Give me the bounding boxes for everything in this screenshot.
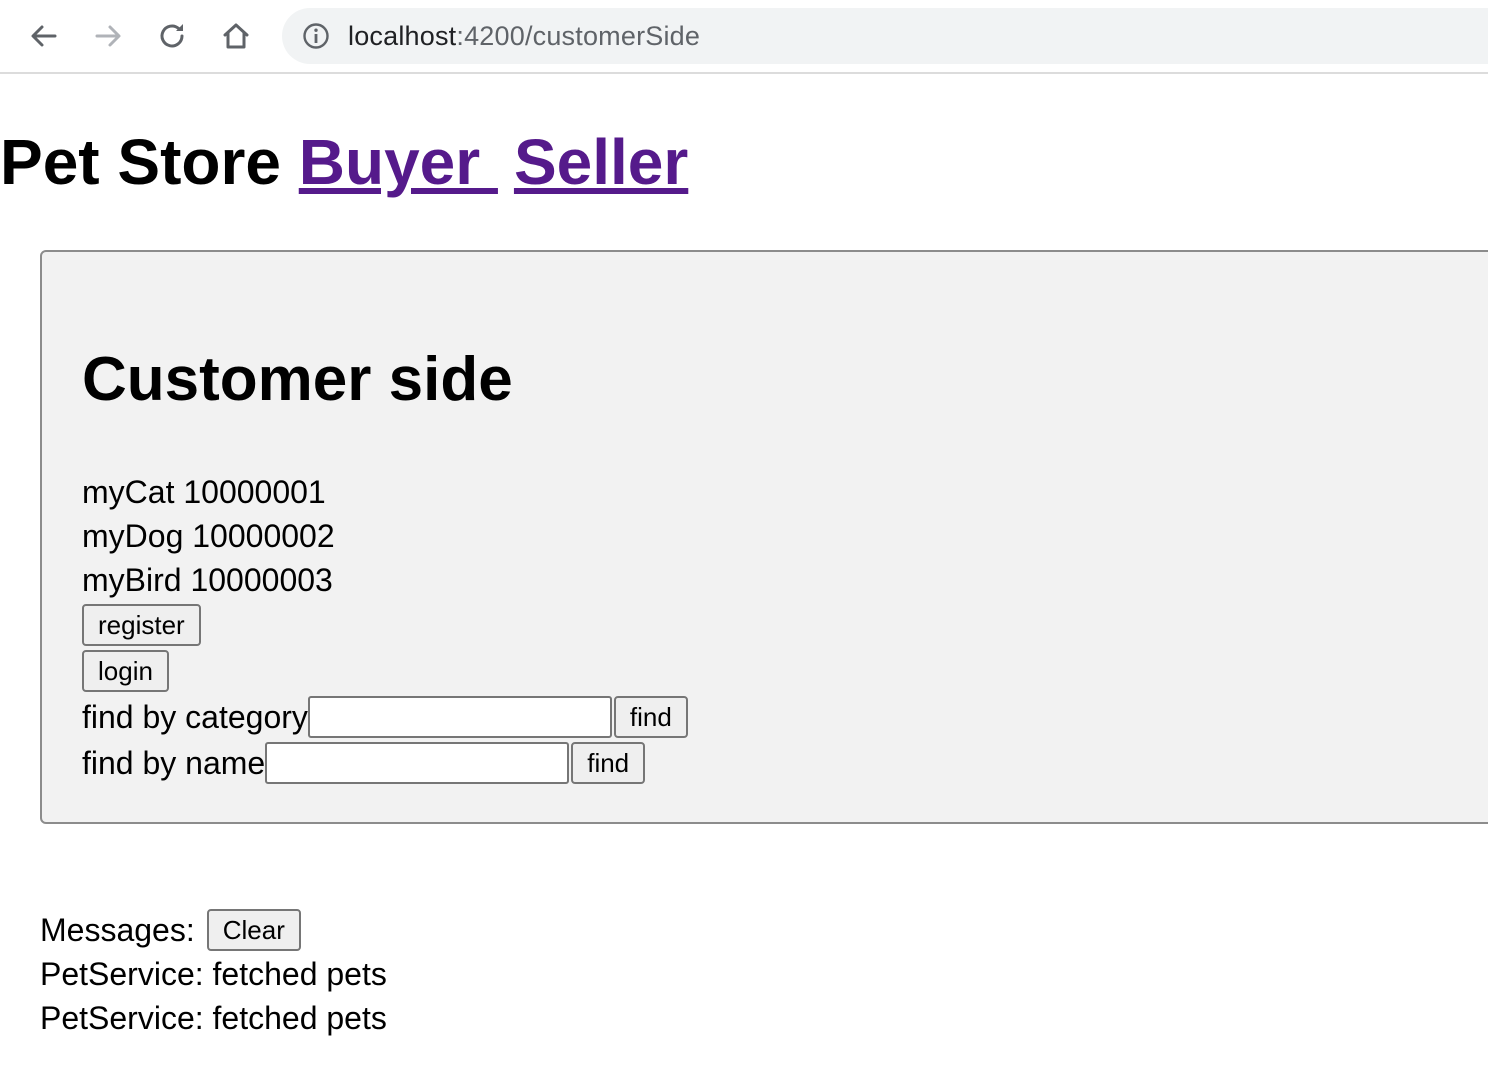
register-button[interactable]: register bbox=[82, 604, 201, 646]
app-title: Pet Store bbox=[0, 126, 281, 198]
reload-icon bbox=[160, 24, 184, 48]
seller-link[interactable]: Seller bbox=[514, 126, 688, 198]
find-by-name-row: find by name find bbox=[82, 742, 646, 784]
clear-button[interactable]: Clear bbox=[206, 909, 301, 951]
home-button[interactable] bbox=[216, 16, 256, 56]
page-title: Pet Store Buyer Seller bbox=[0, 122, 688, 202]
find-by-category-label: find by category bbox=[82, 698, 308, 735]
arrow-right-icon bbox=[95, 25, 121, 47]
url-text: localhost:4200/customerSide bbox=[348, 22, 700, 50]
list-item: myBird 10000003 bbox=[82, 558, 335, 602]
customer-panel: Customer side myCat 10000001 myDog 10000… bbox=[40, 250, 1488, 824]
login-button[interactable]: login bbox=[82, 650, 169, 692]
find-category-button[interactable]: find bbox=[613, 696, 688, 738]
pet-id: 10000001 bbox=[183, 474, 326, 510]
url-host: localhost bbox=[348, 21, 457, 51]
pet-name: myDog bbox=[82, 518, 184, 554]
message-item: PetService: fetched pets bbox=[40, 1000, 387, 1036]
find-by-category-row: find by category find bbox=[82, 696, 688, 738]
customer-heading: Customer side bbox=[82, 345, 513, 414]
list-item: myDog 10000002 bbox=[82, 514, 335, 558]
find-by-name-label: find by name bbox=[82, 744, 266, 781]
message-item: PetService: fetched pets bbox=[40, 956, 387, 992]
category-input[interactable] bbox=[307, 696, 612, 738]
pet-name: myCat bbox=[82, 474, 175, 510]
url-path: :4200/customerSide bbox=[456, 21, 701, 51]
pet-id: 10000003 bbox=[190, 562, 333, 598]
back-button[interactable] bbox=[24, 16, 64, 56]
pet-list: myCat 10000001 myDog 10000002 myBird 100… bbox=[82, 470, 335, 602]
messages-section: Messages: Clear PetService: fetched pets… bbox=[40, 908, 387, 1040]
name-input[interactable] bbox=[265, 742, 570, 784]
home-icon bbox=[223, 23, 249, 49]
reload-button[interactable] bbox=[152, 16, 192, 56]
messages-header: Messages: Clear bbox=[40, 908, 387, 952]
pet-id: 10000002 bbox=[192, 518, 335, 554]
messages-label: Messages: bbox=[40, 911, 195, 948]
arrow-left-icon bbox=[31, 25, 57, 47]
address-bar[interactable]: localhost:4200/customerSide bbox=[282, 8, 1488, 64]
list-item: myCat 10000001 bbox=[82, 470, 335, 514]
browser-toolbar: localhost:4200/customerSide bbox=[0, 0, 1488, 74]
info-icon[interactable] bbox=[302, 22, 330, 50]
find-name-button[interactable]: find bbox=[571, 742, 646, 784]
buyer-link[interactable]: Buyer bbox=[299, 126, 498, 198]
pet-name: myBird bbox=[82, 562, 182, 598]
forward-button[interactable] bbox=[88, 16, 128, 56]
